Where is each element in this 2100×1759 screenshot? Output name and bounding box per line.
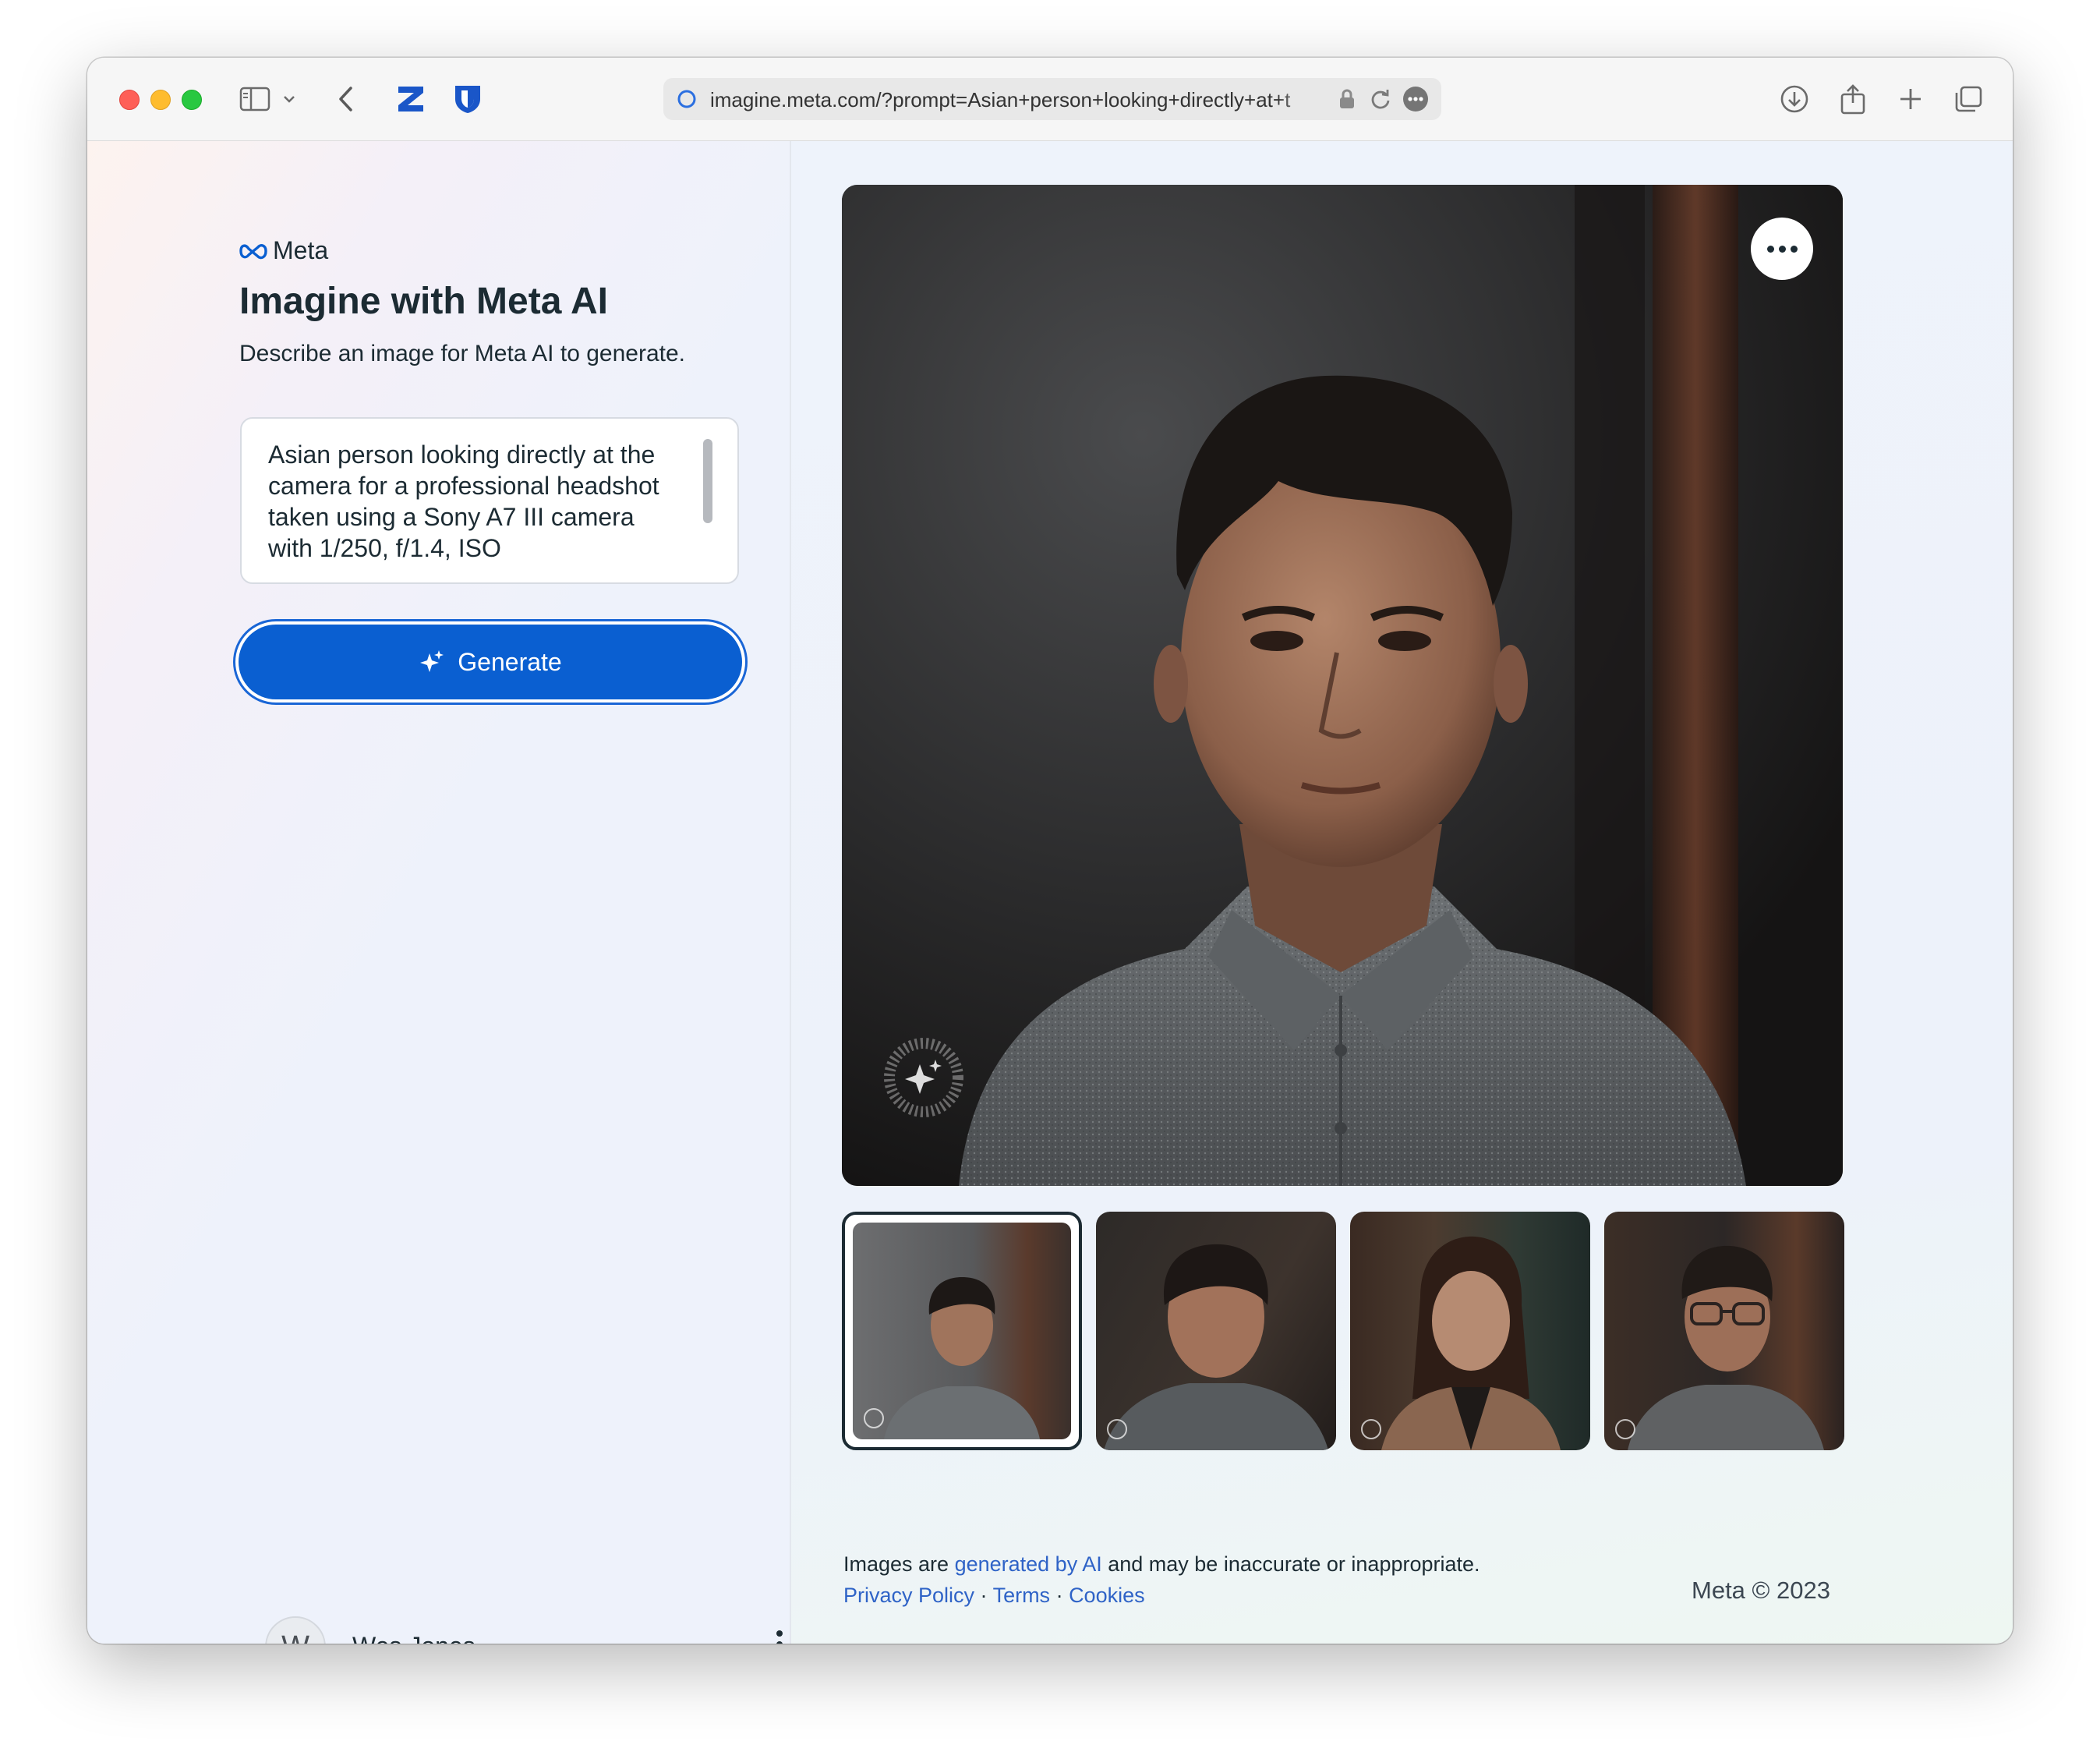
- page-subtitle: Describe an image for Meta AI to generat…: [239, 341, 685, 366]
- minimize-window-button[interactable]: [150, 90, 171, 110]
- meta-brand-text: Meta: [273, 236, 329, 264]
- terms-link[interactable]: Terms: [993, 1584, 1051, 1607]
- watermark-icon: [1107, 1419, 1127, 1439]
- imagined-with-ai-watermark: [881, 1035, 967, 1124]
- tab-overview-icon[interactable]: [1949, 80, 1988, 119]
- footer-separator: ·: [974, 1584, 993, 1607]
- new-tab-icon[interactable]: [1891, 80, 1930, 119]
- thumbnail-4[interactable]: [1604, 1212, 1844, 1450]
- footer-links: Privacy Policy · Terms · Cookies: [843, 1584, 1145, 1608]
- privacy-policy-link[interactable]: Privacy Policy: [843, 1584, 974, 1607]
- generated-image[interactable]: [842, 185, 1843, 1186]
- prompt-panel: Meta Imagine with Meta AI Describe an im…: [87, 141, 791, 1644]
- zendesk-extension-icon[interactable]: [391, 80, 430, 119]
- meta-infinity-icon: [239, 243, 267, 259]
- meta-logo[interactable]: Meta: [239, 236, 328, 265]
- sparkle-icon: [420, 650, 444, 672]
- watermark-icon: [1615, 1419, 1635, 1439]
- close-window-button[interactable]: [119, 90, 140, 110]
- disclaimer-prefix: Images are: [843, 1552, 955, 1576]
- address-bar[interactable]: imagine.meta.com/?prompt=Asian+person+lo…: [663, 78, 1441, 120]
- share-icon[interactable]: [1833, 80, 1872, 119]
- thumbnail-image: [853, 1223, 1071, 1439]
- browser-toolbar: imagine.meta.com/?prompt=Asian+person+lo…: [87, 58, 2013, 142]
- cookies-link[interactable]: Cookies: [1069, 1584, 1145, 1607]
- chevron-down-icon[interactable]: [278, 80, 301, 119]
- browser-window: imagine.meta.com/?prompt=Asian+person+lo…: [87, 58, 2013, 1644]
- avatar[interactable]: W: [265, 1616, 326, 1644]
- thumbnail-1[interactable]: [842, 1212, 1082, 1450]
- meta-ai-site-icon: [677, 89, 697, 113]
- generated-by-ai-link[interactable]: generated by AI: [955, 1552, 1102, 1576]
- reload-icon[interactable]: [1370, 88, 1391, 114]
- back-icon[interactable]: [327, 80, 366, 119]
- prompt-input[interactable]: Asian person looking directly at the cam…: [240, 417, 739, 584]
- generate-button[interactable]: Generate: [239, 625, 742, 699]
- disclaimer-suffix: and may be inaccurate or inappropriate.: [1101, 1552, 1480, 1576]
- url-text: imagine.meta.com/?prompt=Asian+person+lo…: [710, 88, 1291, 111]
- user-name: Wes Jones: [352, 1632, 476, 1644]
- page-title: Imagine with Meta AI: [239, 281, 608, 322]
- thumbnail-image: [1104, 1244, 1328, 1450]
- copyright: Meta © 2023: [1692, 1577, 1830, 1604]
- thumbnail-image: [1381, 1236, 1561, 1450]
- thumbnail-3[interactable]: [1350, 1212, 1590, 1450]
- downloads-icon[interactable]: [1775, 80, 1814, 119]
- thumbnail-2[interactable]: [1096, 1212, 1336, 1450]
- prompt-text[interactable]: Asian person looking directly at the cam…: [268, 439, 673, 567]
- portrait-illustration: [842, 185, 1843, 1186]
- user-account[interactable]: W Wes Jones: [265, 1616, 803, 1644]
- more-options-button[interactable]: [1751, 218, 1813, 280]
- avatar-initial: W: [281, 1630, 309, 1644]
- zoom-window-button[interactable]: [182, 90, 202, 110]
- watermark-icon: [1361, 1419, 1381, 1439]
- user-options-icon[interactable]: [772, 1630, 787, 1644]
- bitwarden-extension-icon[interactable]: [448, 80, 487, 119]
- watermark-icon: [864, 1408, 884, 1428]
- ai-disclaimer: Images are generated by AI and may be in…: [843, 1552, 1480, 1577]
- thumbnail-image: [1628, 1245, 1824, 1450]
- footer-separator: ·: [1050, 1584, 1069, 1607]
- sidebar-toggle-icon[interactable]: [235, 80, 274, 119]
- lock-icon: [1338, 88, 1356, 114]
- generate-button-label: Generate: [458, 647, 562, 676]
- page-menu-icon[interactable]: [1402, 86, 1429, 116]
- prompt-scrollbar[interactable]: [703, 439, 712, 523]
